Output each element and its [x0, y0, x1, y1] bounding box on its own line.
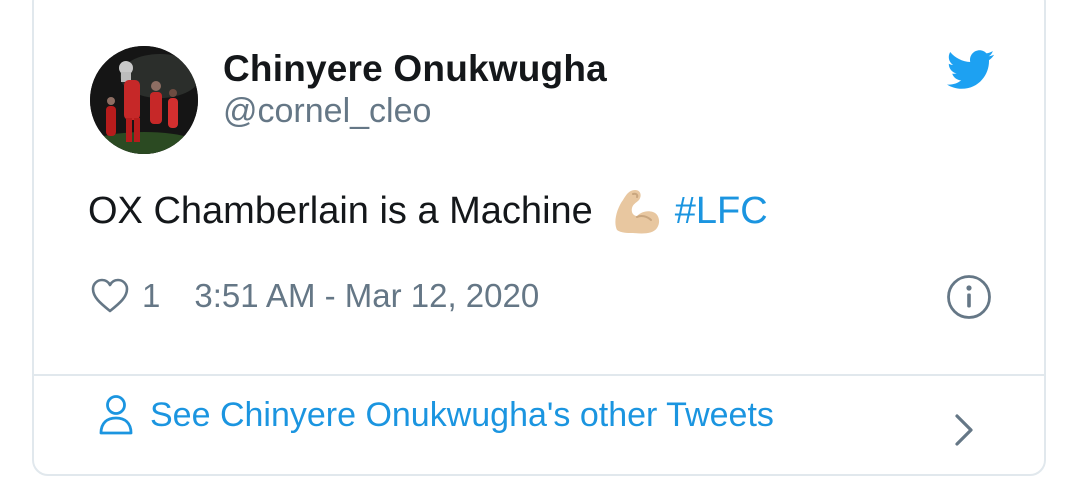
avatar-image — [90, 46, 198, 154]
person-icon — [98, 394, 134, 436]
twitter-bird-icon[interactable] — [946, 50, 995, 90]
author-name[interactable]: Chinyere Onukwugha — [223, 48, 607, 90]
flexed-biceps-emoji — [609, 186, 661, 236]
tweet-text: OX Chamberlain is a Machine #LFC — [88, 186, 768, 236]
tweet-meta: 1 3:51 AM - Mar 12, 2020 — [90, 274, 539, 318]
tweet-body: OX Chamberlain is a Machine — [88, 189, 593, 232]
tweet-timestamp[interactable]: 3:51 AM - Mar 12, 2020 — [194, 277, 539, 315]
author-handle[interactable]: @cornel_cleo — [223, 92, 431, 131]
heart-icon[interactable] — [90, 277, 130, 315]
divider — [34, 374, 1044, 376]
see-other-tweets-label[interactable]: See Chinyere Onukwugha's other Tweets — [150, 396, 774, 435]
hashtag-link[interactable]: #LFC — [675, 190, 768, 233]
tweet-card[interactable]: Chinyere Onukwugha @cornel_cleo OX Chamb… — [32, 0, 1046, 476]
like-count[interactable]: 1 — [142, 277, 160, 315]
see-other-tweets-link[interactable]: See Chinyere Onukwugha's other Tweets — [98, 394, 774, 436]
info-icon[interactable] — [946, 274, 992, 320]
avatar[interactable] — [90, 46, 198, 154]
chevron-right-icon[interactable] — [952, 412, 976, 448]
